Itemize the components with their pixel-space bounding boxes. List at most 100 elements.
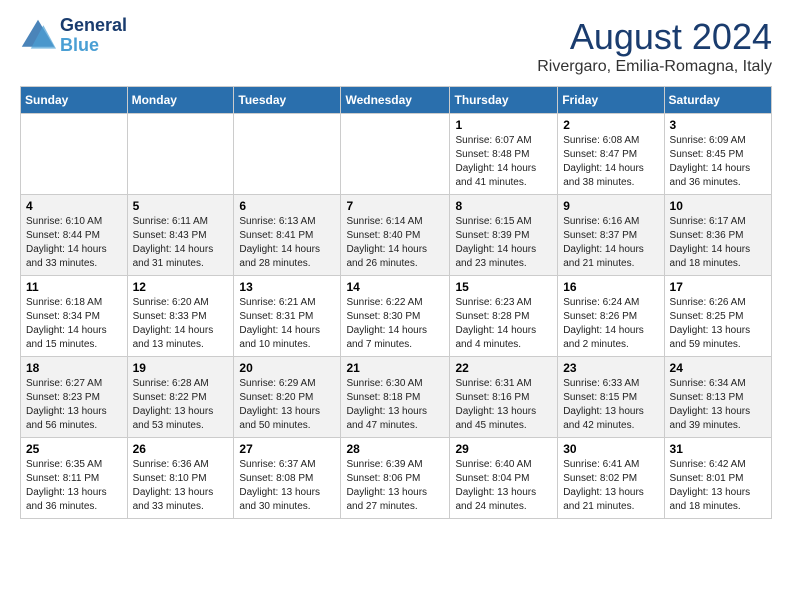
- calendar-cell: 12Sunrise: 6:20 AM Sunset: 8:33 PM Dayli…: [127, 276, 234, 357]
- day-info: Sunrise: 6:26 AM Sunset: 8:25 PM Dayligh…: [670, 296, 766, 352]
- day-info: Sunrise: 6:33 AM Sunset: 8:15 PM Dayligh…: [563, 377, 658, 433]
- calendar-cell: [127, 114, 234, 195]
- day-number: 20: [239, 361, 335, 375]
- calendar-cell: 24Sunrise: 6:34 AM Sunset: 8:13 PM Dayli…: [664, 357, 771, 438]
- week-row: 1 Sunrise: 6:07 AM Sunset: 8:48 PM Daylig…: [21, 114, 772, 195]
- weekday-header: Wednesday: [341, 87, 450, 114]
- subtitle: Rivergaro, Emilia-Romagna, Italy: [537, 58, 772, 76]
- weekday-header: Thursday: [450, 87, 558, 114]
- calendar-cell: 9 Sunrise: 6:16 AM Sunset: 8:37 PM Daylig…: [558, 195, 664, 276]
- calendar-cell: 10 Sunrise: 6:17 AM Sunset: 8:36 PM Dayli…: [664, 195, 771, 276]
- calendar-cell: 8 Sunrise: 6:15 AM Sunset: 8:39 PM Daylig…: [450, 195, 558, 276]
- logo-text: General Blue: [60, 16, 127, 56]
- calendar-cell: 13Sunrise: 6:21 AM Sunset: 8:31 PM Dayli…: [234, 276, 341, 357]
- calendar-cell: 29 Sunrise: 6:40 AM Sunset: 8:04 PM Dayli…: [450, 438, 558, 519]
- day-number: 10: [670, 199, 766, 213]
- day-info: Sunrise: 6:17 AM Sunset: 8:36 PM Dayligh…: [670, 215, 766, 271]
- day-info: Sunrise: 6:07 AM Sunset: 8:48 PM Dayligh…: [455, 134, 552, 190]
- week-row: 25Sunrise: 6:35 AM Sunset: 8:11 PM Dayli…: [21, 438, 772, 519]
- calendar-cell: 16 Sunrise: 6:24 AM Sunset: 8:26 PM Dayli…: [558, 276, 664, 357]
- main-title: August 2024: [537, 16, 772, 58]
- calendar-cell: 15 Sunrise: 6:23 AM Sunset: 8:28 PM Dayli…: [450, 276, 558, 357]
- logo-icon: [20, 18, 56, 54]
- day-number: 1: [455, 118, 552, 132]
- calendar-cell: 17 Sunrise: 6:26 AM Sunset: 8:25 PM Dayli…: [664, 276, 771, 357]
- day-info: Sunrise: 6:23 AM Sunset: 8:28 PM Dayligh…: [455, 296, 552, 352]
- day-number: 7: [346, 199, 444, 213]
- day-info: Sunrise: 6:24 AM Sunset: 8:26 PM Dayligh…: [563, 296, 658, 352]
- calendar-cell: [341, 114, 450, 195]
- day-number: 2: [563, 118, 658, 132]
- day-info: Sunrise: 6:30 AM Sunset: 8:18 PM Dayligh…: [346, 377, 444, 433]
- day-number: 22: [455, 361, 552, 375]
- day-number: 24: [670, 361, 766, 375]
- day-info: Sunrise: 6:31 AM Sunset: 8:16 PM Dayligh…: [455, 377, 552, 433]
- day-info: Sunrise: 6:42 AM Sunset: 8:01 PM Dayligh…: [670, 458, 766, 514]
- calendar-cell: [234, 114, 341, 195]
- calendar-cell: 11Sunrise: 6:18 AM Sunset: 8:34 PM Dayli…: [21, 276, 128, 357]
- calendar-cell: [21, 114, 128, 195]
- calendar-cell: 25Sunrise: 6:35 AM Sunset: 8:11 PM Dayli…: [21, 438, 128, 519]
- day-info: Sunrise: 6:13 AM Sunset: 8:41 PM Dayligh…: [239, 215, 335, 271]
- calendar-cell: 21 Sunrise: 6:30 AM Sunset: 8:18 PM Dayli…: [341, 357, 450, 438]
- day-info: Sunrise: 6:09 AM Sunset: 8:45 PM Dayligh…: [670, 134, 766, 190]
- day-number: 16: [563, 280, 658, 294]
- calendar-cell: 22 Sunrise: 6:31 AM Sunset: 8:16 PM Dayli…: [450, 357, 558, 438]
- week-row: 4Sunrise: 6:10 AM Sunset: 8:44 PM Daylig…: [21, 195, 772, 276]
- day-number: 15: [455, 280, 552, 294]
- weekday-header: Monday: [127, 87, 234, 114]
- weekday-header: Sunday: [21, 87, 128, 114]
- day-info: Sunrise: 6:22 AM Sunset: 8:30 PM Dayligh…: [346, 296, 444, 352]
- day-info: Sunrise: 6:41 AM Sunset: 8:02 PM Dayligh…: [563, 458, 658, 514]
- day-number: 21: [346, 361, 444, 375]
- day-number: 3: [670, 118, 766, 132]
- day-info: Sunrise: 6:15 AM Sunset: 8:39 PM Dayligh…: [455, 215, 552, 271]
- day-info: Sunrise: 6:10 AM Sunset: 8:44 PM Dayligh…: [26, 215, 122, 271]
- calendar-cell: 14 Sunrise: 6:22 AM Sunset: 8:30 PM Dayli…: [341, 276, 450, 357]
- calendar-cell: 26 Sunrise: 6:36 AM Sunset: 8:10 PM Dayli…: [127, 438, 234, 519]
- header: General Blue August 2024 Rivergaro, Emil…: [20, 16, 772, 76]
- day-number: 5: [133, 199, 229, 213]
- day-number: 13: [239, 280, 335, 294]
- day-number: 6: [239, 199, 335, 213]
- day-number: 26: [133, 442, 229, 456]
- calendar-cell: 7 Sunrise: 6:14 AM Sunset: 8:40 PM Daylig…: [341, 195, 450, 276]
- calendar-cell: 27Sunrise: 6:37 AM Sunset: 8:08 PM Dayli…: [234, 438, 341, 519]
- day-info: Sunrise: 6:14 AM Sunset: 8:40 PM Dayligh…: [346, 215, 444, 271]
- day-info: Sunrise: 6:39 AM Sunset: 8:06 PM Dayligh…: [346, 458, 444, 514]
- day-info: Sunrise: 6:18 AM Sunset: 8:34 PM Dayligh…: [26, 296, 122, 352]
- calendar-cell: 4Sunrise: 6:10 AM Sunset: 8:44 PM Daylig…: [21, 195, 128, 276]
- day-number: 9: [563, 199, 658, 213]
- week-row: 18Sunrise: 6:27 AM Sunset: 8:23 PM Dayli…: [21, 357, 772, 438]
- calendar-cell: 28 Sunrise: 6:39 AM Sunset: 8:06 PM Dayli…: [341, 438, 450, 519]
- day-info: Sunrise: 6:29 AM Sunset: 8:20 PM Dayligh…: [239, 377, 335, 433]
- day-info: Sunrise: 6:36 AM Sunset: 8:10 PM Dayligh…: [133, 458, 229, 514]
- day-number: 8: [455, 199, 552, 213]
- day-number: 12: [133, 280, 229, 294]
- day-number: 29: [455, 442, 552, 456]
- calendar-cell: 1 Sunrise: 6:07 AM Sunset: 8:48 PM Daylig…: [450, 114, 558, 195]
- calendar-cell: 18Sunrise: 6:27 AM Sunset: 8:23 PM Dayli…: [21, 357, 128, 438]
- day-number: 17: [670, 280, 766, 294]
- calendar-cell: 6 Sunrise: 6:13 AM Sunset: 8:41 PM Daylig…: [234, 195, 341, 276]
- calendar-cell: 3 Sunrise: 6:09 AM Sunset: 8:45 PM Daylig…: [664, 114, 771, 195]
- weekday-header: Tuesday: [234, 87, 341, 114]
- day-number: 18: [26, 361, 122, 375]
- calendar-cell: 2Sunrise: 6:08 AM Sunset: 8:47 PM Daylig…: [558, 114, 664, 195]
- day-info: Sunrise: 6:11 AM Sunset: 8:43 PM Dayligh…: [133, 215, 229, 271]
- calendar-cell: 31 Sunrise: 6:42 AM Sunset: 8:01 PM Dayli…: [664, 438, 771, 519]
- day-info: Sunrise: 6:16 AM Sunset: 8:37 PM Dayligh…: [563, 215, 658, 271]
- day-number: 30: [563, 442, 658, 456]
- day-number: 31: [670, 442, 766, 456]
- day-number: 14: [346, 280, 444, 294]
- day-info: Sunrise: 6:28 AM Sunset: 8:22 PM Dayligh…: [133, 377, 229, 433]
- weekday-header: Saturday: [664, 87, 771, 114]
- day-number: 25: [26, 442, 122, 456]
- week-row: 11Sunrise: 6:18 AM Sunset: 8:34 PM Dayli…: [21, 276, 772, 357]
- day-number: 28: [346, 442, 444, 456]
- page: General Blue August 2024 Rivergaro, Emil…: [0, 0, 792, 529]
- calendar-cell: 5 Sunrise: 6:11 AM Sunset: 8:43 PM Daylig…: [127, 195, 234, 276]
- day-info: Sunrise: 6:40 AM Sunset: 8:04 PM Dayligh…: [455, 458, 552, 514]
- calendar-cell: 30 Sunrise: 6:41 AM Sunset: 8:02 PM Dayli…: [558, 438, 664, 519]
- day-number: 27: [239, 442, 335, 456]
